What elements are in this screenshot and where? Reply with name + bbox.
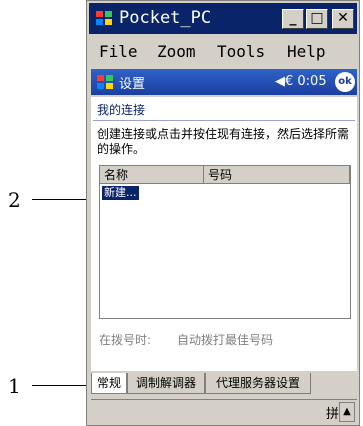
status-bar: 拼 ▲ [91, 399, 357, 424]
connections-list[interactable]: 名称 号码 新建... [99, 165, 351, 319]
ok-button[interactable]: ok [335, 72, 355, 92]
clock-volume[interactable]: ◀€ 0:05 [275, 74, 327, 89]
callout-leader-1 [32, 385, 94, 386]
start-menu-icon[interactable] [95, 72, 115, 92]
nav-title: 设置 [119, 77, 146, 92]
menu-bar: File Zoom Tools Help [89, 37, 357, 67]
input-method-indicator[interactable]: 拼 [326, 403, 339, 422]
instructions-text: 创建连接或点击并按住现有连接，然后选择所需的操作。 [97, 127, 350, 156]
maximize-button[interactable]: □ [306, 9, 328, 29]
dial-label: 在拨号时: [99, 333, 152, 347]
close-button[interactable]: ✕ [332, 9, 354, 29]
title-bar: Pocket_PC _ □ ✕ [89, 3, 357, 34]
tab-bar: 常规 调制解调器 代理服务器设置 [91, 373, 357, 395]
menu-zoom[interactable]: Zoom [157, 42, 196, 61]
content-area: 我的连接 创建连接或点击并按住现有连接，然后选择所需的操作。 名称 号码 新建.… [91, 97, 357, 371]
menu-help[interactable]: Help [287, 42, 326, 61]
callout-number-1: 1 [8, 374, 21, 398]
tab-modem[interactable]: 调制解调器 [127, 373, 205, 394]
navigation-bar: 设置 ◀€ 0:05 ok [91, 69, 357, 95]
windows-logo-icon [96, 11, 112, 25]
column-header-name[interactable]: 名称 [100, 166, 204, 184]
menu-tools[interactable]: Tools [217, 42, 265, 61]
section-divider [93, 120, 355, 121]
pocket-pc-window: Pocket_PC _ □ ✕ File Zoom Tools Help 设置 … [86, 0, 360, 426]
minimize-button[interactable]: _ [282, 9, 304, 29]
list-item-new[interactable]: 新建... [102, 186, 139, 200]
input-panel-arrow-icon[interactable]: ▲ [339, 402, 355, 422]
window-title: Pocket_PC [119, 8, 212, 28]
tab-general[interactable]: 常规 [91, 373, 127, 394]
dial-value: 自动拨打最佳号码 [177, 333, 274, 347]
section-title: 我的连接 [97, 103, 146, 117]
column-header-number[interactable]: 号码 [204, 166, 350, 184]
tab-proxy-settings[interactable]: 代理服务器设置 [205, 373, 311, 394]
callout-number-2: 2 [8, 188, 21, 212]
menu-file[interactable]: File [99, 42, 138, 61]
